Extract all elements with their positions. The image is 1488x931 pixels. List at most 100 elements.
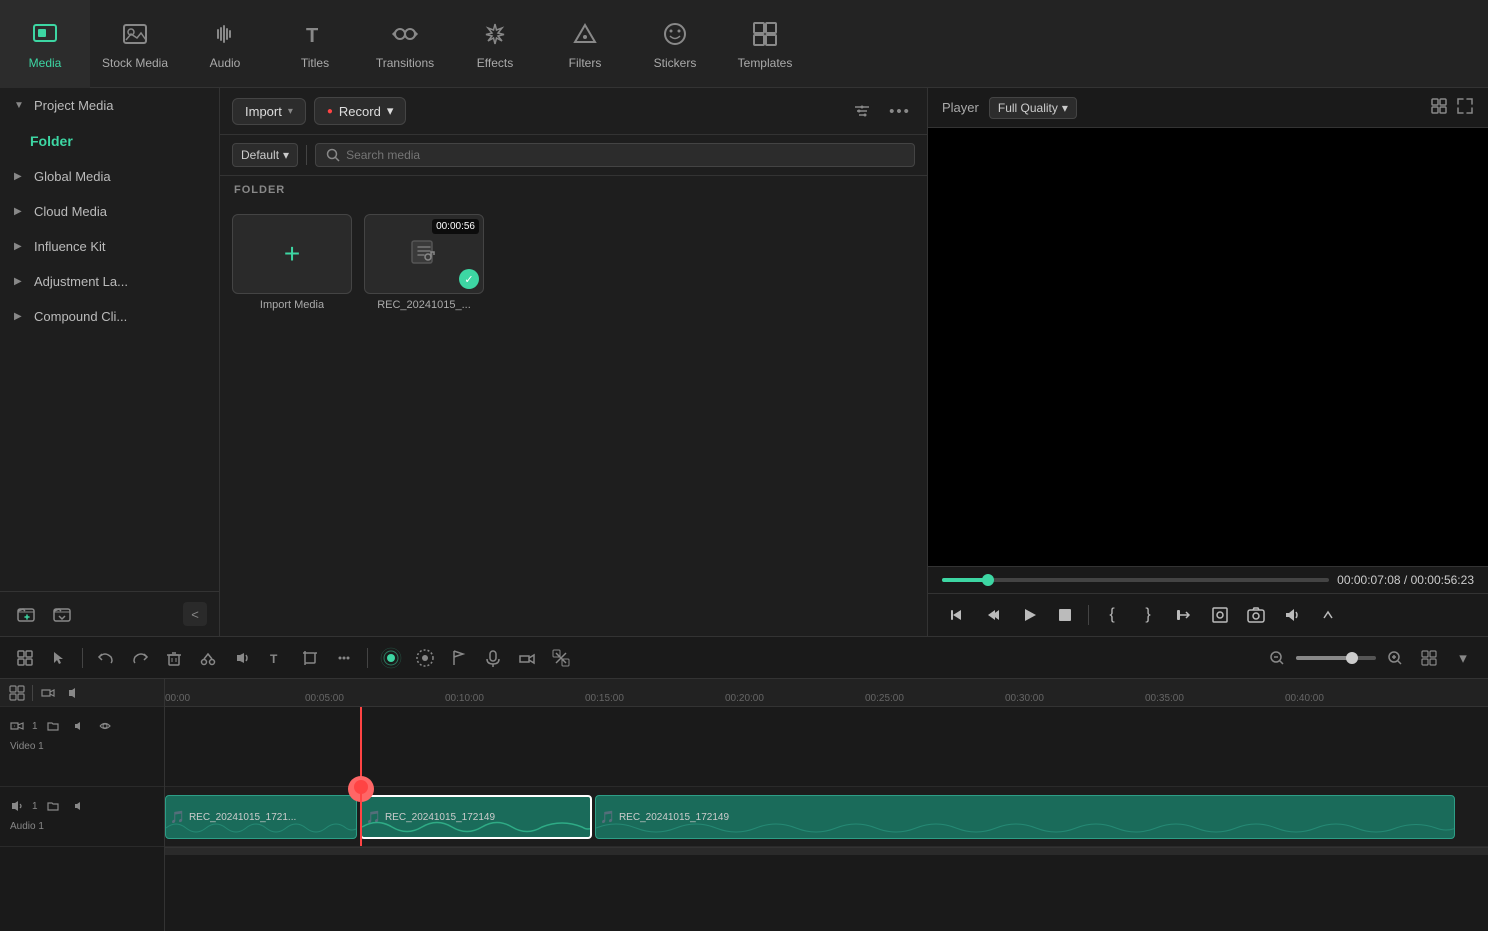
audio-clip-1[interactable]: 🎵 REC_20241015_1721...: [165, 795, 357, 839]
add-video-track-button[interactable]: [37, 682, 59, 704]
ruler-tick-5: 00:25:00: [865, 693, 904, 706]
quality-select[interactable]: Full Quality ▾: [989, 97, 1077, 119]
mark-in-button[interactable]: {: [1097, 600, 1127, 630]
expand-arrow-compound: ▶: [14, 311, 26, 322]
scenes-tool[interactable]: [10, 643, 40, 673]
player-progress: 00:00:07:08 / 00:00:56:23: [928, 566, 1488, 593]
sidebar-item-adjustment-layer[interactable]: ▶ Adjustment La...: [0, 264, 219, 299]
volume-button[interactable]: [1277, 600, 1307, 630]
split-tool[interactable]: [546, 643, 576, 673]
media-filter-bar: Default ▾: [220, 135, 927, 176]
nav-item-filters[interactable]: Filters: [540, 0, 630, 88]
rec-media-item[interactable]: 00:00:56 ✓ REC_20241015_...: [364, 214, 484, 311]
video-track-controls: 1: [0, 707, 164, 787]
add-audio-track-button[interactable]: [63, 682, 85, 704]
audio-volume-btn[interactable]: [68, 795, 90, 817]
expand-arrow: ▼: [14, 100, 26, 111]
nav-label-titles: Titles: [301, 56, 329, 70]
nav-label-filters: Filters: [569, 56, 602, 70]
audio-clip-2[interactable]: 🎵 REC_20241015_172149: [360, 795, 592, 839]
cut-button[interactable]: [193, 643, 223, 673]
toolbar-divider-1: [82, 648, 83, 668]
video-visibility-btn[interactable]: [94, 715, 116, 737]
nav-item-templates[interactable]: Templates: [720, 0, 810, 88]
multicam-tool[interactable]: [512, 643, 542, 673]
flag-tool[interactable]: [444, 643, 474, 673]
new-folder-button[interactable]: [12, 600, 40, 628]
add-track-button[interactable]: [6, 682, 28, 704]
fullscreen-icon[interactable]: [1456, 97, 1474, 118]
more-controls-button[interactable]: [1313, 600, 1343, 630]
select-tool[interactable]: [44, 643, 74, 673]
audio-clip-3[interactable]: 🎵 REC_20241015_172149: [595, 795, 1455, 839]
timeline-scrollbar[interactable]: [165, 847, 1488, 855]
text-tool[interactable]: T: [261, 643, 291, 673]
zoom-slider[interactable]: [1296, 656, 1376, 660]
search-input[interactable]: [346, 148, 904, 162]
zoom-in-button[interactable]: [1380, 643, 1410, 673]
sidebar: ▼ Project Media Folder ▶ Global Media ▶ …: [0, 88, 220, 636]
video-volume-btn[interactable]: [68, 715, 90, 737]
skip-back-button[interactable]: [942, 600, 972, 630]
sidebar-item-folder[interactable]: Folder: [0, 123, 219, 159]
progress-thumb: [982, 574, 994, 586]
playhead-video: ✂: [360, 707, 362, 786]
frame-back-button[interactable]: [978, 600, 1008, 630]
nav-label-stock-media: Stock Media: [102, 56, 168, 70]
import-media-item[interactable]: + Import Media: [232, 214, 352, 311]
audio-icon: [209, 18, 241, 50]
crop-tool[interactable]: [295, 643, 325, 673]
sidebar-item-project-media[interactable]: ▼ Project Media: [0, 88, 219, 123]
play-button[interactable]: [1014, 600, 1044, 630]
zoom-out-button[interactable]: [1262, 643, 1292, 673]
import-button[interactable]: Import ▾: [232, 98, 306, 125]
sidebar-label-influence-kit: Influence Kit: [34, 239, 106, 254]
audio-tool[interactable]: [227, 643, 257, 673]
sidebar-item-global-media[interactable]: ▶ Global Media: [0, 159, 219, 194]
undo-button[interactable]: [91, 643, 121, 673]
grid-view-icon[interactable]: [1430, 97, 1448, 118]
sidebar-item-compound-clip[interactable]: ▶ Compound Cli...: [0, 299, 219, 334]
export-button[interactable]: [1205, 600, 1235, 630]
nav-item-stickers[interactable]: Stickers: [630, 0, 720, 88]
motion-tool[interactable]: [410, 643, 440, 673]
folder-section-label: FOLDER: [220, 176, 927, 204]
sort-chevron-icon: ▾: [283, 148, 289, 162]
collapse-sidebar-button[interactable]: <: [183, 602, 207, 626]
grid-layout-button[interactable]: [1414, 643, 1444, 673]
zoom-controls: ▾: [1262, 643, 1478, 673]
plus-icon: +: [284, 238, 300, 270]
nav-item-effects[interactable]: Effects: [450, 0, 540, 88]
mark-out-button[interactable]: }: [1133, 600, 1163, 630]
record-dot-icon: ●: [327, 106, 333, 117]
video-folder-btn[interactable]: [42, 715, 64, 737]
sort-select[interactable]: Default ▾: [232, 143, 298, 167]
more-options-btn[interactable]: •••: [885, 96, 915, 126]
media-icon: [29, 18, 61, 50]
delete-button[interactable]: [159, 643, 189, 673]
filter-icon-btn[interactable]: [847, 96, 877, 126]
ruler-tick-8: 00:40:00: [1285, 693, 1324, 706]
sidebar-item-influence-kit[interactable]: ▶ Influence Kit: [0, 229, 219, 264]
nav-item-titles[interactable]: T Titles: [270, 0, 360, 88]
nav-item-stock-media[interactable]: Stock Media: [90, 0, 180, 88]
nav-item-audio[interactable]: Audio: [180, 0, 270, 88]
voice-tool[interactable]: [478, 643, 508, 673]
ripple-tool[interactable]: [376, 643, 406, 673]
sidebar-item-cloud-media[interactable]: ▶ Cloud Media: [0, 194, 219, 229]
ruler-tick-4: 00:20:00: [725, 693, 764, 706]
stop-button[interactable]: [1050, 600, 1080, 630]
nav-item-transitions[interactable]: Transitions: [360, 0, 450, 88]
screenshot-button[interactable]: [1241, 600, 1271, 630]
record-button[interactable]: ● Record ▾: [314, 97, 407, 125]
layout-dropdown-button[interactable]: ▾: [1448, 643, 1478, 673]
sidebar-label-global-media: Global Media: [34, 169, 111, 184]
progress-bar[interactable]: [942, 578, 1329, 582]
redo-button[interactable]: [125, 643, 155, 673]
player-canvas: [928, 128, 1488, 566]
more-tools[interactable]: [329, 643, 359, 673]
audio-folder-btn[interactable]: [42, 795, 64, 817]
insert-button[interactable]: [1169, 600, 1199, 630]
nav-item-media[interactable]: Media: [0, 0, 90, 88]
open-folder-button[interactable]: [48, 600, 76, 628]
